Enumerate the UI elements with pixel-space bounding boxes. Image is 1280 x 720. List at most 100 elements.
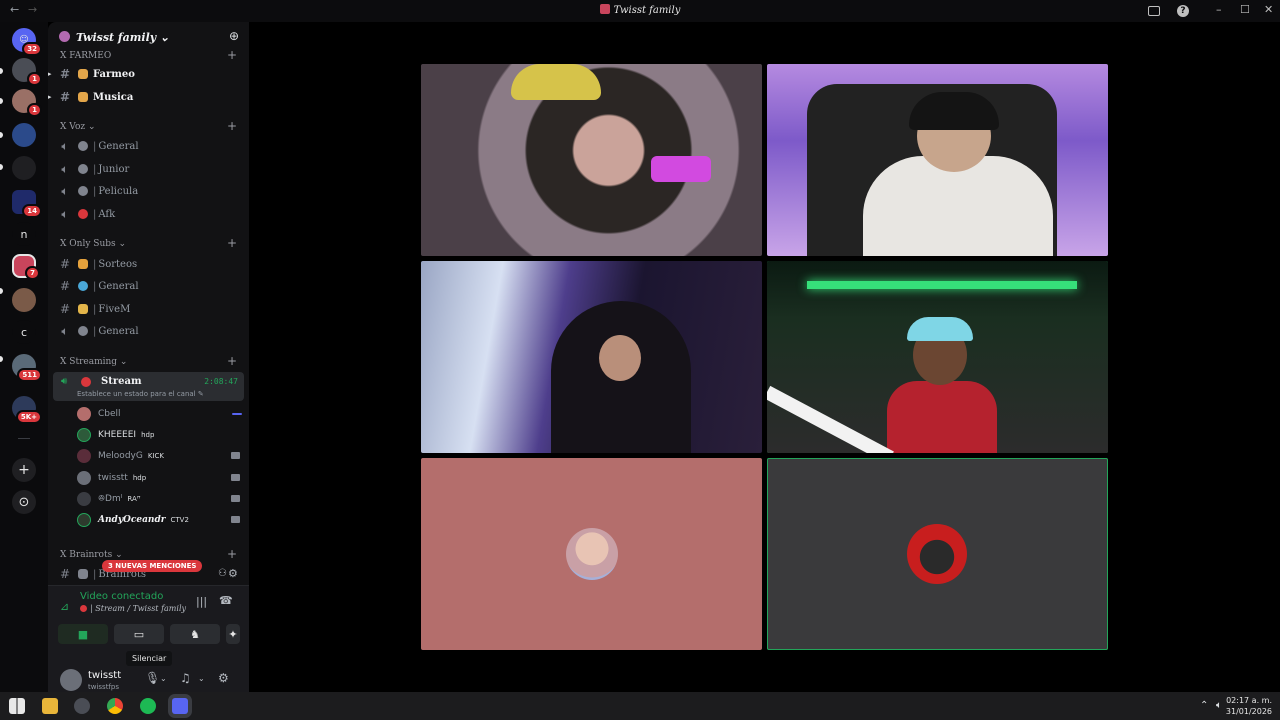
channel-fivem[interactable]: # | FiveM	[58, 299, 243, 319]
username[interactable]: twisstt	[88, 670, 121, 681]
avatar	[566, 528, 618, 580]
chevron-down-icon[interactable]: ⌄	[198, 674, 205, 683]
minimize-button[interactable]: –	[1216, 3, 1222, 16]
add-member-icon[interactable]: ⚇	[218, 568, 227, 579]
channel-subs-general-voice[interactable]: 🔈︎ | General	[58, 321, 243, 341]
channel-pelicula[interactable]: 🔈︎ | Pelicula	[58, 181, 243, 201]
channel-musica[interactable]: # Musica	[58, 87, 243, 107]
voice-panel: ⊿ Video conectado | Stream / Twisst fami…	[48, 585, 249, 692]
spotify-icon[interactable]	[140, 698, 156, 714]
server-logo-icon	[599, 4, 610, 14]
windows-start-icon[interactable]	[9, 698, 25, 714]
server-boost-icon	[59, 31, 70, 42]
category-brainrots[interactable]: X Brainrots ⌄	[60, 550, 123, 560]
headphones-icon[interactable]: ♫	[180, 671, 191, 685]
chrome-icon[interactable]	[107, 698, 123, 714]
voice-member[interactable]: twisstt hdp	[77, 468, 242, 488]
direct-messages-icon[interactable]: ☺ 32	[12, 28, 42, 56]
no-entry-emoji-icon	[78, 209, 88, 219]
server-icon[interactable]: 511	[12, 354, 42, 382]
create-channel-icon[interactable]: +	[227, 354, 237, 368]
server-icon[interactable]: 5K+	[12, 396, 42, 424]
voice-member[interactable]: KHEEEEI hdp	[77, 425, 242, 445]
invite-people-icon[interactable]: ⊕	[229, 29, 239, 43]
new-mentions-pill[interactable]: 3 NUEVAS MENCIONES	[102, 560, 203, 572]
user-handle: twisstfps	[88, 683, 120, 691]
user-settings-icon[interactable]: ⚙	[218, 671, 229, 685]
category-only-subs[interactable]: X Only Subs ⌄	[60, 239, 126, 249]
server-icon-active[interactable]: 7	[12, 254, 40, 280]
category-streaming[interactable]: X Streaming ⌄	[60, 357, 127, 367]
server-icon[interactable]: n	[12, 222, 36, 246]
video-tile[interactable]	[421, 64, 762, 256]
voice-member[interactable]: AndyOceandr CTV2	[77, 510, 242, 530]
file-explorer-icon[interactable]	[42, 698, 58, 714]
close-button[interactable]: ✕	[1264, 3, 1273, 16]
video-tile-avatar[interactable]	[421, 458, 762, 650]
voice-location[interactable]: | Stream / Twisst family	[80, 604, 186, 613]
avatar	[77, 449, 91, 463]
red-circle-emoji-icon	[81, 377, 91, 387]
category-voz[interactable]: X Voz ⌄	[60, 122, 96, 132]
channel-junior[interactable]: 🔈︎ | Junior	[58, 159, 243, 179]
discord-icon[interactable]	[172, 698, 188, 714]
create-channel-icon[interactable]: +	[227, 119, 237, 133]
server-icon[interactable]: 14	[12, 190, 42, 218]
crown-emoji-icon	[78, 92, 88, 102]
soundboard-button[interactable]: ✦	[226, 624, 240, 644]
category-farmeo[interactable]: X FARMEO	[60, 51, 111, 61]
inbox-icon[interactable]	[1148, 6, 1160, 16]
voice-member[interactable]: MeloodyG KICK	[77, 446, 242, 466]
taskbar: ⌃ 🔈︎ 02:17 a. m. 31/01/2026	[0, 692, 1280, 720]
disconnect-icon[interactable]: ☎	[219, 594, 233, 607]
app-icon[interactable]	[74, 698, 90, 714]
discover-icon[interactable]: ⊙	[12, 490, 36, 514]
server-icon[interactable]	[12, 123, 36, 147]
voice-status[interactable]: Video conectado	[80, 591, 163, 602]
server-icon[interactable]: 1	[12, 58, 42, 86]
server-icon[interactable]: 1	[12, 89, 42, 117]
avatar	[77, 492, 91, 506]
channel-status-placeholder[interactable]: Establece un estado para el canal ✎	[77, 390, 204, 398]
chevron-down-icon[interactable]: ⌄	[160, 674, 167, 683]
unread-pip	[0, 356, 3, 362]
channel-stream-active[interactable]: 🔊︎ Stream 2:08:47 Establece un estado pa…	[53, 372, 244, 401]
tray-chevron-icon[interactable]: ⌃	[1200, 700, 1208, 711]
channel-settings-icon[interactable]: ⚙	[228, 567, 238, 580]
channel-sorteos[interactable]: # | Sorteos	[58, 254, 243, 274]
microphone-icon[interactable]: 🎙︎	[145, 671, 160, 685]
video-tile-avatar[interactable]	[767, 458, 1108, 650]
add-server-icon[interactable]: +	[12, 458, 36, 482]
rail-divider	[18, 438, 30, 439]
volume-icon[interactable]: 🔈︎	[1216, 700, 1222, 711]
voice-member[interactable]: ꔮDmᴵ RAꟸ	[77, 489, 242, 509]
video-tile[interactable]	[421, 261, 762, 453]
avatar[interactable]	[60, 669, 82, 691]
camera-button[interactable]: ■	[58, 624, 108, 644]
create-channel-icon[interactable]: +	[227, 236, 237, 250]
channel-afk[interactable]: 🔈︎ | Afk	[58, 204, 243, 224]
clock[interactable]: 02:17 a. m. 31/01/2026	[1226, 695, 1272, 717]
voice-member[interactable]: Cbell	[77, 404, 242, 424]
video-tile-speaking[interactable]	[767, 261, 1108, 453]
create-channel-icon[interactable]: +	[227, 48, 237, 62]
globe-emoji-icon	[78, 281, 88, 291]
channel-subs-general[interactable]: # | General	[58, 276, 243, 296]
noise-suppression-icon[interactable]: |||	[196, 595, 207, 608]
activity-button[interactable]: ♞	[170, 624, 220, 644]
help-icon[interactable]: ?	[1177, 5, 1189, 17]
maximize-button[interactable]: ☐	[1240, 3, 1250, 16]
server-icon[interactable]	[12, 288, 36, 312]
video-tile[interactable]	[767, 64, 1108, 256]
window-title: Twisst family	[0, 4, 1280, 16]
server-header[interactable]: Twisst family ⌄ ⊕	[48, 22, 249, 54]
person-face	[599, 335, 641, 381]
server-icon[interactable]: c	[12, 320, 36, 344]
channel-farmeo[interactable]: # Farmeo	[58, 64, 243, 84]
avatar	[907, 524, 967, 584]
channel-voz-general[interactable]: 🔈︎ | General	[58, 136, 243, 156]
server-icon[interactable]	[12, 156, 36, 180]
screen-share-button[interactable]: ▭	[114, 624, 164, 644]
signal-strength-icon[interactable]: ⊿	[60, 600, 69, 613]
create-channel-icon[interactable]: +	[227, 547, 237, 561]
